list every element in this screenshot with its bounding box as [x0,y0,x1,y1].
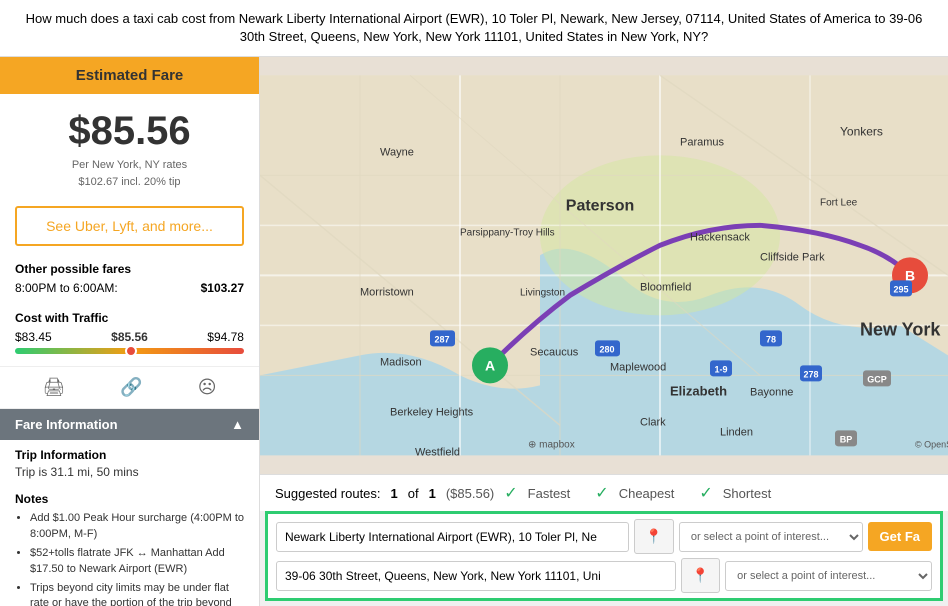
svg-text:Hackensack: Hackensack [690,232,750,244]
link-icon[interactable]: 🔗 [120,377,142,398]
svg-text:1-9: 1-9 [714,365,727,375]
map-svg: A B Paterson Wayne Paramus Yonkers Parsi… [260,57,948,474]
svg-text:Bayonne: Bayonne [750,387,793,399]
notes-title: Notes [15,492,244,506]
svg-text:Parsippany-Troy Hills: Parsippany-Troy Hills [460,228,555,239]
shortest-check-icon: ✓ [699,483,712,503]
svg-text:Westfield: Westfield [415,447,460,459]
traffic-high: $94.78 [207,330,244,344]
traffic-low: $83.45 [15,330,52,344]
traffic-mid: $85.56 [111,330,148,344]
to-poi-select[interactable]: or select a point of interest... [725,561,932,591]
svg-text:Fort Lee: Fort Lee [820,198,858,209]
fare-amount: $85.56 [0,94,259,159]
right-panel: A B Paterson Wayne Paramus Yonkers Parsi… [260,57,948,606]
feedback-icon[interactable]: ☹ [198,377,217,398]
traffic-gradient-bar [15,348,244,354]
svg-text:Clark: Clark [640,417,666,429]
trip-info-section: Trip Information Trip is 31.1 mi, 50 min… [0,440,259,487]
svg-text:78: 78 [766,335,776,345]
traffic-values-row: $83.45 $85.56 $94.78 [15,330,244,344]
route-total: 1 [429,486,436,501]
cheapest-check-icon: ✓ [595,483,608,503]
svg-text:A: A [485,358,495,374]
fare-info-header[interactable]: Fare Information ▲ [0,409,259,440]
left-panel: Estimated Fare $85.56 Per New York, NY r… [0,57,260,606]
question-header: How much does a taxi cab cost from Newar… [0,0,948,57]
svg-text:Maplewood: Maplewood [610,362,666,374]
other-fares-label: Other possible fares [15,262,244,276]
night-label: 8:00PM to 6:00AM: [15,281,118,295]
notes-list: Add $1.00 Peak Hour surcharge (4:00PM to… [15,511,244,606]
svg-text:Paramus: Paramus [680,137,725,149]
svg-text:Elizabeth: Elizabeth [670,384,727,399]
svg-text:Secaucus: Secaucus [530,347,579,359]
cheapest-label: Cheapest [619,486,675,501]
traffic-label: Cost with Traffic [15,311,244,325]
to-input[interactable] [276,561,676,591]
svg-text:New York: New York [860,320,941,340]
other-fares-section: Other possible fares 8:00PM to 6:00AM: $… [0,254,259,306]
svg-text:Morristown: Morristown [360,287,414,299]
svg-text:280: 280 [599,345,614,355]
from-poi-select[interactable]: or select a point of interest... [679,522,863,552]
uber-lyft-button[interactable]: See Uber, Lyft, and more... [15,206,244,246]
from-row: 📍 or select a point of interest... Get F… [276,519,932,554]
svg-text:Wayne: Wayne [380,147,414,159]
to-location-pin-btn[interactable]: 📍 [681,558,720,593]
svg-text:Livingston: Livingston [520,288,565,299]
get-fare-button[interactable]: Get Fa [868,522,932,551]
cost-traffic-section: Cost with Traffic $83.45 $85.56 $94.78 [0,306,259,366]
traffic-marker [125,345,137,357]
fastest-check-icon: ✓ [504,483,517,503]
fare-info-label: Fare Information [15,417,118,432]
shortest-label: Shortest [723,486,771,501]
svg-text:287: 287 [434,335,449,345]
fare-per-note: Per New York, NY rates [0,159,259,176]
from-input[interactable] [276,522,629,552]
question-text: How much does a taxi cab cost from Newar… [26,11,923,44]
route-count: 1 [391,486,398,501]
svg-text:278: 278 [803,370,818,380]
to-row: 📍 or select a point of interest... [276,558,932,593]
note-item-1: Add $1.00 Peak Hour surcharge (4:00PM to… [30,511,244,542]
svg-text:Linden: Linden [720,427,753,439]
svg-text:Cliffside Park: Cliffside Park [760,252,825,264]
svg-text:Berkeley Heights: Berkeley Heights [390,407,474,419]
svg-text:⊕ mapbox: ⊕ mapbox [528,440,575,451]
svg-text:BP: BP [840,435,853,445]
night-value: $103.27 [201,281,244,295]
fastest-label: Fastest [528,486,571,501]
suggested-routes-label: Suggested routes: [275,486,381,501]
route-of: of [408,486,419,501]
trip-info-content: Trip is 31.1 mi, 50 mins [15,465,244,479]
svg-text:GCP: GCP [867,375,887,385]
svg-text:Bloomfield: Bloomfield [640,282,691,294]
night-fare-row: 8:00PM to 6:00AM: $103.27 [15,281,244,295]
svg-text:Yonkers: Yonkers [840,125,883,139]
fare-incl-tip: $102.67 incl. 20% tip [0,176,259,198]
route-price: ($85.56) [446,486,494,501]
print-icon[interactable]: 🖨 [42,377,65,398]
input-section: 📍 or select a point of interest... Get F… [265,511,943,601]
svg-text:295: 295 [893,285,908,295]
action-icons-row: 🖨 🔗 ☹ [0,366,259,409]
estimated-fare-header: Estimated Fare [0,57,259,94]
svg-text:Madison: Madison [380,357,422,369]
fare-info-collapse-icon: ▲ [231,417,244,432]
from-location-pin-btn[interactable]: 📍 [634,519,673,554]
svg-text:Paterson: Paterson [566,198,634,215]
note-item-2: $52+tolls flatrate JFK ↔ Manhattan Add $… [30,546,244,577]
note-item-3: Trips beyond city limits may be under fl… [30,581,244,606]
route-bar: Suggested routes: 1 of 1 ($85.56) ✓ Fast… [260,474,948,511]
map-container[interactable]: A B Paterson Wayne Paramus Yonkers Parsi… [260,57,948,474]
svg-text:© OpenSt...: © OpenSt... [915,440,948,450]
trip-info-title: Trip Information [15,448,244,462]
notes-section: Notes Add $1.00 Peak Hour surcharge (4:0… [0,487,259,606]
